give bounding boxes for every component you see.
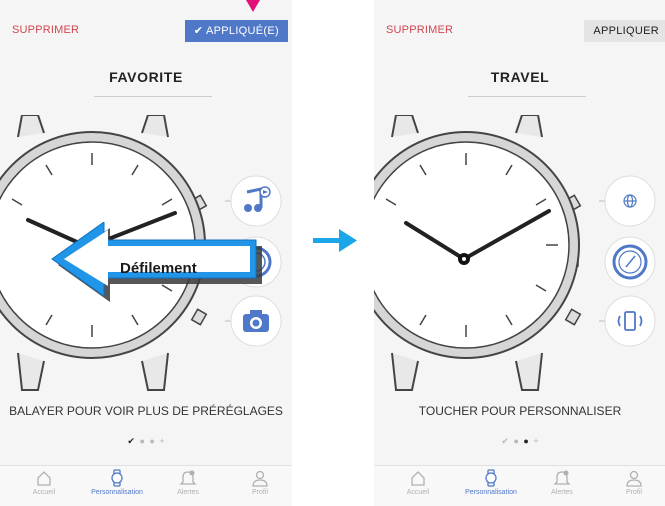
pager-dot[interactable]: ● [149, 436, 154, 446]
pointer-marker-icon [246, 0, 260, 12]
globe-complication[interactable] [599, 170, 661, 232]
gauge-complication[interactable] [599, 231, 661, 293]
delete-button[interactable]: SUPPRIMER [12, 24, 79, 36]
page-indicator[interactable]: ✔ ● ● + [374, 436, 665, 447]
bell-icon [179, 470, 197, 485]
tab-bar: Accueil Personnalisation Alertes Profil [374, 465, 665, 506]
phone-complication[interactable] [599, 290, 661, 352]
title-divider [468, 96, 586, 97]
person-icon [626, 470, 642, 487]
tab-personalization[interactable]: Personnalisation [461, 469, 521, 496]
preset-title: TRAVEL [490, 69, 550, 85]
tab-personalization[interactable]: Personnalisation [87, 469, 147, 496]
tab-alerts[interactable]: Alertes [158, 469, 218, 496]
left-phone-screen: SUPPRIMER ✔ APPLIQUÉ(E) FAVORITE Défilem… [0, 0, 292, 506]
tab-profile[interactable]: Profil [604, 469, 664, 496]
transition-arrow-icon [313, 229, 357, 252]
pager-check[interactable]: ✔ [501, 436, 509, 446]
apply-button[interactable]: APPLIQUER [584, 20, 665, 42]
gauge-icon [612, 244, 648, 280]
tab-profile[interactable]: Profil [230, 469, 290, 496]
right-phone-screen: SUPPRIMER APPLIQUER TRAVEL TOUCHER POUR … [374, 0, 665, 506]
top-bar: SUPPRIMER APPLIQUER [374, 0, 665, 58]
tab-home[interactable]: Accueil [14, 469, 74, 496]
person-icon [252, 470, 268, 487]
watch-icon [111, 469, 123, 487]
applied-button[interactable]: ✔ APPLIQUÉ(E) [184, 20, 288, 42]
bell-icon [553, 470, 571, 485]
home-icon [37, 471, 51, 486]
tab-alerts[interactable]: Alertes [532, 469, 592, 496]
pager-add[interactable]: + [159, 436, 164, 446]
tap-caption: TOUCHER POUR PERSONNALISER [418, 404, 622, 418]
watch-icon [485, 469, 497, 487]
delete-button[interactable]: SUPPRIMER [386, 24, 453, 36]
home-icon [411, 471, 425, 486]
preset-title: FAVORITE [109, 69, 183, 85]
scroll-label: Défilement [120, 260, 197, 277]
pager-dot-active[interactable]: ● [523, 436, 528, 446]
pager-dot[interactable]: ● [513, 436, 518, 446]
title-divider [94, 96, 212, 97]
swipe-caption: BALAYER POUR VOIR PLUS DE PRÉRÉGLAGES [9, 404, 283, 418]
pager-dot[interactable]: ● [139, 436, 144, 446]
tab-bar: Accueil Personnalisation Alertes Profil [0, 465, 292, 506]
tab-home[interactable]: Accueil [388, 469, 448, 496]
pager-check[interactable]: ✔ [127, 436, 135, 446]
page-indicator[interactable]: ✔ ● ● + [0, 436, 292, 447]
pager-add[interactable]: + [533, 436, 538, 446]
